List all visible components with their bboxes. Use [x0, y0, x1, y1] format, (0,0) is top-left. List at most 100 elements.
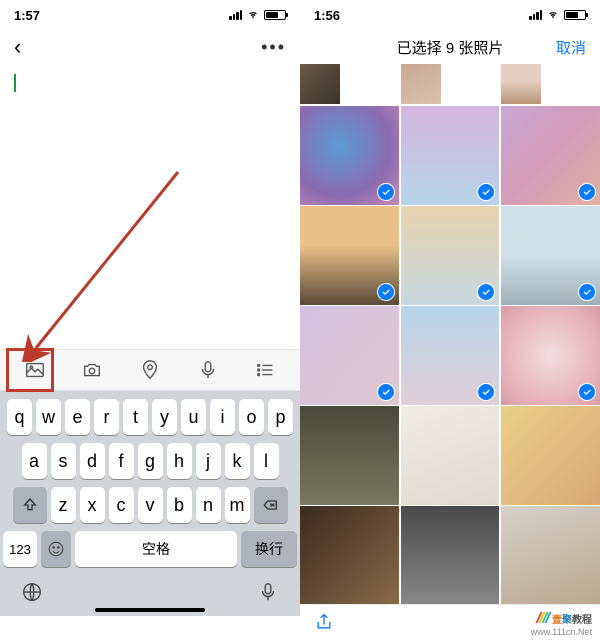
delete-icon	[262, 497, 280, 513]
right-phone: 1:56 已选择 9 张照片 取消	[300, 0, 600, 644]
share-icon	[314, 612, 334, 632]
photo-thumb[interactable]	[401, 64, 441, 104]
key-f[interactable]: f	[109, 443, 134, 479]
selected-checkmark	[477, 283, 495, 301]
photo-button[interactable]	[15, 350, 55, 390]
key-y[interactable]: y	[152, 399, 177, 435]
key-a[interactable]: a	[22, 443, 47, 479]
photo-thumb[interactable]	[300, 106, 399, 205]
photo-thumb[interactable]	[300, 206, 399, 305]
more-button[interactable]: •••	[261, 37, 286, 58]
list-icon	[254, 359, 276, 381]
key-z[interactable]: z	[51, 487, 76, 523]
key-x[interactable]: x	[80, 487, 105, 523]
shift-icon	[22, 497, 38, 513]
key-v[interactable]: v	[138, 487, 163, 523]
status-time: 1:56	[314, 8, 340, 23]
wifi-icon	[546, 10, 560, 20]
thumb-image	[401, 64, 441, 104]
selected-checkmark	[578, 183, 596, 201]
camera-icon	[81, 359, 103, 381]
camera-button[interactable]	[72, 350, 112, 390]
key-o[interactable]: o	[239, 399, 264, 435]
keyboard: qwertyuiop asdfghjkl zxcvbnm 123 空格 换行	[0, 391, 300, 616]
photo-thumb[interactable]	[501, 64, 541, 104]
mic-icon	[197, 359, 219, 381]
location-button[interactable]	[130, 350, 170, 390]
key-m[interactable]: m	[225, 487, 250, 523]
enter-key[interactable]: 换行	[241, 531, 297, 567]
photo-thumb[interactable]	[501, 506, 600, 604]
key-k[interactable]: k	[225, 443, 250, 479]
photo-thumb[interactable]	[501, 306, 600, 405]
photo-thumb[interactable]	[401, 306, 500, 405]
thumb-image	[501, 406, 600, 505]
list-button[interactable]	[245, 350, 285, 390]
key-u[interactable]: u	[181, 399, 206, 435]
status-bar: 1:57	[0, 0, 300, 30]
bottom-toolbar: 壹聚教程 www.111cn.Net	[300, 604, 600, 644]
key-d[interactable]: d	[80, 443, 105, 479]
photo-thumb[interactable]	[300, 64, 340, 104]
status-indicators	[229, 10, 286, 20]
battery-icon	[264, 10, 286, 20]
emoji-icon	[47, 540, 65, 558]
selected-checkmark	[578, 383, 596, 401]
photo-thumb[interactable]	[300, 406, 399, 505]
emoji-key[interactable]	[41, 531, 71, 567]
nav-bar: ‹ •••	[0, 30, 300, 64]
signal-icon	[529, 10, 542, 20]
status-indicators	[529, 10, 586, 20]
key-p[interactable]: p	[268, 399, 293, 435]
thumb-image	[300, 64, 340, 104]
delete-key[interactable]	[254, 487, 288, 523]
thumb-image	[501, 64, 541, 104]
selected-checkmark	[377, 383, 395, 401]
key-r[interactable]: r	[94, 399, 119, 435]
key-i[interactable]: i	[210, 399, 235, 435]
photo-thumb[interactable]	[300, 306, 399, 405]
key-q[interactable]: q	[7, 399, 32, 435]
photo-thumb[interactable]	[501, 206, 600, 305]
share-button[interactable]	[314, 612, 334, 637]
status-time: 1:57	[14, 8, 40, 23]
photo-thumb[interactable]	[300, 506, 399, 604]
space-key[interactable]: 空格	[75, 531, 237, 567]
photo-thumb[interactable]	[501, 106, 600, 205]
photo-thumb[interactable]	[401, 506, 500, 604]
globe-icon[interactable]	[21, 581, 43, 603]
key-t[interactable]: t	[123, 399, 148, 435]
thumb-image	[300, 506, 399, 604]
key-n[interactable]: n	[196, 487, 221, 523]
key-c[interactable]: c	[109, 487, 134, 523]
thumb-image	[300, 406, 399, 505]
numbers-key[interactable]: 123	[3, 531, 37, 567]
dictation-icon[interactable]	[257, 581, 279, 603]
home-indicator	[95, 608, 205, 612]
cancel-button[interactable]: 取消	[556, 37, 586, 58]
back-button[interactable]: ‹	[14, 34, 21, 60]
photo-thumb[interactable]	[401, 406, 500, 505]
key-g[interactable]: g	[138, 443, 163, 479]
thumb-image	[401, 506, 500, 604]
nav-bar: 已选择 9 张照片 取消	[300, 30, 600, 64]
key-h[interactable]: h	[167, 443, 192, 479]
shift-key[interactable]	[13, 487, 47, 523]
key-l[interactable]: l	[254, 443, 279, 479]
photo-thumb[interactable]	[401, 106, 500, 205]
key-w[interactable]: w	[36, 399, 61, 435]
photo-thumb[interactable]	[501, 406, 600, 505]
key-e[interactable]: e	[65, 399, 90, 435]
key-b[interactable]: b	[167, 487, 192, 523]
key-s[interactable]: s	[51, 443, 76, 479]
left-phone: 1:57 ‹ ••• qwertyuiop asdfghjkl zxcvbnm	[0, 0, 300, 644]
selected-checkmark	[578, 283, 596, 301]
photo-thumb[interactable]	[401, 206, 500, 305]
photo-grid	[300, 64, 600, 604]
selected-checkmark	[477, 383, 495, 401]
key-j[interactable]: j	[196, 443, 221, 479]
selected-checkmark	[377, 283, 395, 301]
text-editor[interactable]	[0, 64, 300, 349]
mic-button[interactable]	[188, 350, 228, 390]
location-icon	[139, 359, 161, 381]
